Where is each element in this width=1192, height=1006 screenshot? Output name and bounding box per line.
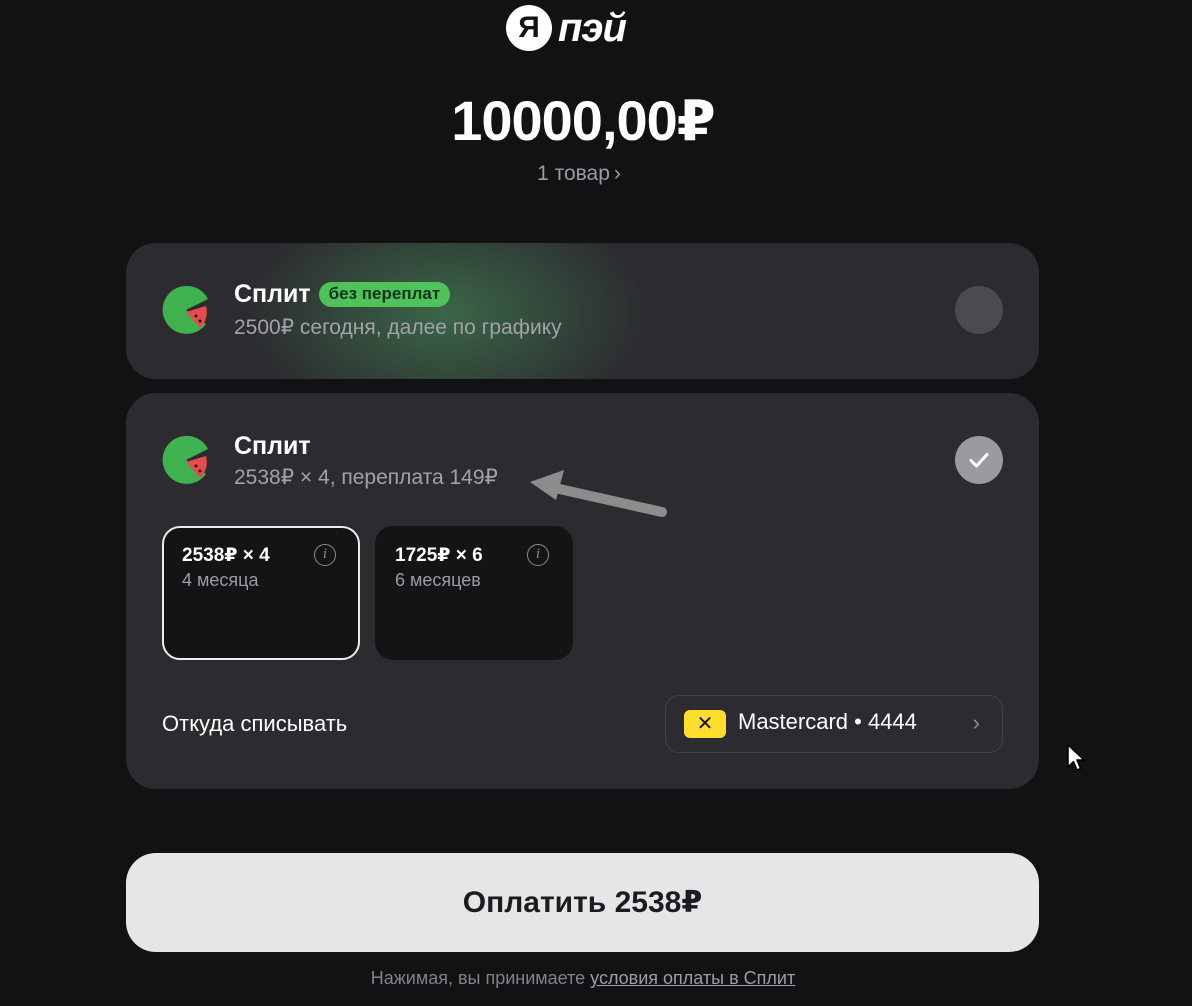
split-watermelon-icon (162, 436, 208, 484)
items-link[interactable]: 1 товар › (0, 162, 1158, 186)
option-title-text: Сплит (234, 432, 311, 460)
check-icon (969, 453, 989, 468)
terms-note: Нажимая, вы принимаете условия оплаты в … (0, 968, 1166, 989)
mouse-cursor-icon (1067, 744, 1085, 771)
yandex-pay-logo: Я пэй (506, 4, 627, 52)
chevron-right-icon: › (972, 710, 980, 735)
plan-price: 2538₽ × 4 (182, 545, 270, 566)
plan-term: 4 месяца (182, 570, 259, 590)
plan-tile-4-months[interactable]: 2538₽ × 4 4 месяца i (162, 526, 360, 660)
payment-card-selector[interactable]: ✕ Mastercard • 4444 › (665, 695, 1003, 753)
option-title: Сплит без переплат (234, 280, 451, 309)
logo-wordmark: пэй (558, 6, 627, 50)
order-amount: 10000,00₽ (451, 89, 716, 152)
option-title: Сплит (234, 432, 311, 461)
split-watermelon-icon (162, 286, 208, 334)
option-subtitle: 2538₽ × 4, переплата 149₽ (234, 466, 498, 489)
option-title-text: Сплит (234, 280, 311, 308)
plan-price: 1725₽ × 6 (395, 545, 483, 566)
chevron-right-icon: › (613, 162, 621, 185)
plan-tile-6-months[interactable]: 1725₽ × 6 6 месяцев i (375, 526, 573, 660)
plan-term: 6 месяцев (395, 570, 481, 590)
payment-source-label: Откуда списывать (162, 711, 348, 736)
logo-letter: Я (518, 11, 540, 44)
logo-circle: Я (506, 5, 552, 51)
split-option-no-overpay[interactable]: Сплит без переплат 2500₽ сегодня, далее … (126, 243, 1039, 379)
option-subtitle: 2500₽ сегодня, далее по графику (234, 316, 562, 339)
payment-card-label: Mastercard • 4444 (738, 709, 917, 734)
option-radio[interactable] (955, 286, 1003, 334)
info-icon[interactable]: i (527, 544, 549, 566)
split-option-with-overpay[interactable]: Сплит 2538₽ × 4, переплата 149₽ 2538₽ × … (126, 393, 1039, 789)
items-link-label: 1 товар (537, 162, 610, 185)
pay-button[interactable]: Оплатить 2538₽ (126, 853, 1039, 952)
info-icon[interactable]: i (314, 544, 336, 566)
option-radio-checked[interactable] (955, 436, 1003, 484)
terms-prefix: Нажимая, вы принимаете (370, 968, 586, 988)
bank-card-badge-icon: ✕ (684, 710, 726, 738)
no-overpay-badge: без переплат (318, 281, 451, 308)
terms-link[interactable]: условия оплаты в Сплит (590, 968, 795, 988)
